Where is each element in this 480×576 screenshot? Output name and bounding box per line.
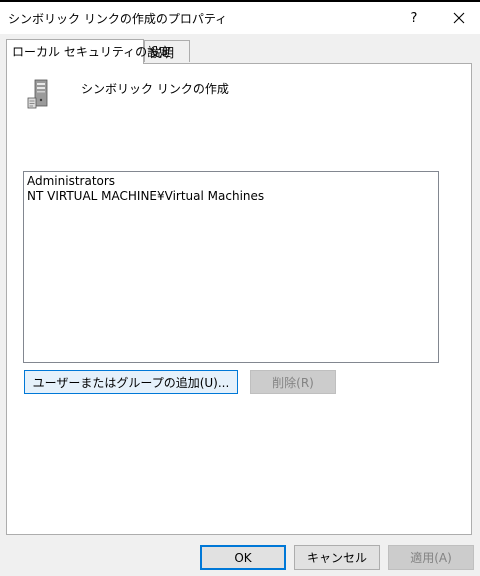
button-label: ユーザーまたはグループの追加(U)...: [32, 375, 230, 390]
close-icon: [453, 12, 465, 24]
title-bar: シンボリック リンクの作成のプロパティ ?: [0, 2, 480, 34]
close-button[interactable]: [440, 4, 478, 32]
list-item[interactable]: NT VIRTUAL MACHINE¥Virtual Machines: [27, 189, 435, 204]
list-item[interactable]: Administrators: [27, 174, 435, 189]
tab-panel: シンボリック リンクの作成 Administrators NT VIRTUAL …: [6, 63, 472, 535]
tab-label: ローカル セキュリティの設定: [12, 45, 172, 59]
add-user-or-group-button[interactable]: ユーザーまたはグループの追加(U)...: [24, 370, 238, 394]
help-button[interactable]: ?: [396, 4, 432, 32]
tab-local-security-setting[interactable]: ローカル セキュリティの設定: [6, 39, 171, 64]
button-label: OK: [234, 550, 252, 565]
button-label: キャンセル: [306, 551, 367, 565]
button-label: 削除(R): [272, 375, 314, 390]
apply-button[interactable]: 適用(A): [388, 545, 474, 570]
help-icon: ?: [410, 10, 418, 26]
button-label: 適用(A): [410, 551, 452, 565]
cancel-button[interactable]: キャンセル: [294, 545, 380, 570]
policy-name: シンボリック リンクの作成: [81, 82, 229, 96]
members-listbox[interactable]: Administrators NT VIRTUAL MACHINE¥Virtua…: [23, 171, 439, 363]
window-title: シンボリック リンクの作成のプロパティ: [8, 12, 228, 26]
server-policy-icon: [27, 79, 48, 109]
remove-button[interactable]: 削除(R): [250, 370, 336, 394]
ok-button[interactable]: OK: [200, 545, 286, 570]
